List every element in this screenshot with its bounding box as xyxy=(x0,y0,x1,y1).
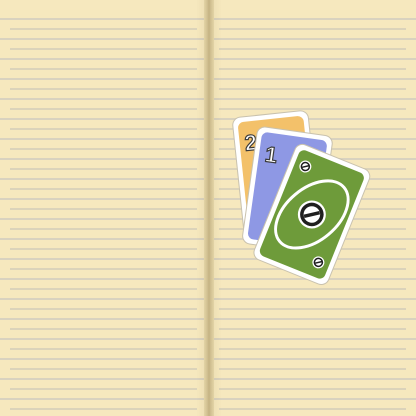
card-fan[interactable]: 2 1 xyxy=(222,110,382,292)
rule-line xyxy=(10,28,197,30)
rule-line xyxy=(10,108,197,110)
rule-line xyxy=(10,188,197,190)
rule-line xyxy=(10,68,197,70)
rule-line xyxy=(10,228,197,230)
rule-line xyxy=(10,348,197,350)
rule-line xyxy=(10,388,197,390)
rule-line xyxy=(10,368,197,370)
rule-line xyxy=(10,128,197,130)
rule-line xyxy=(10,408,197,410)
rule-line xyxy=(10,328,197,330)
rule-line xyxy=(10,268,197,270)
rule-line xyxy=(219,328,406,330)
rule-line xyxy=(219,368,406,370)
rule-line xyxy=(10,48,197,50)
rule-line xyxy=(219,108,406,110)
rule-line xyxy=(219,68,406,70)
rule-line xyxy=(10,208,197,210)
rule-line xyxy=(10,308,197,310)
rule-line xyxy=(10,168,197,170)
rule-line xyxy=(219,408,406,410)
rule-line xyxy=(219,388,406,390)
rule-line xyxy=(10,248,197,250)
left-page-rules xyxy=(10,0,197,416)
rule-line xyxy=(10,148,197,150)
left-page xyxy=(0,0,207,416)
rule-line xyxy=(219,348,406,350)
rule-line xyxy=(219,48,406,50)
card-fan-graphic: 2 1 xyxy=(232,110,371,286)
notebook-spine xyxy=(204,0,214,416)
rule-line xyxy=(219,308,406,310)
rule-line xyxy=(219,28,406,30)
rule-line xyxy=(10,288,197,290)
rule-line xyxy=(219,88,406,90)
open-notebook: 2 1 xyxy=(0,0,416,416)
rule-line xyxy=(10,88,197,90)
